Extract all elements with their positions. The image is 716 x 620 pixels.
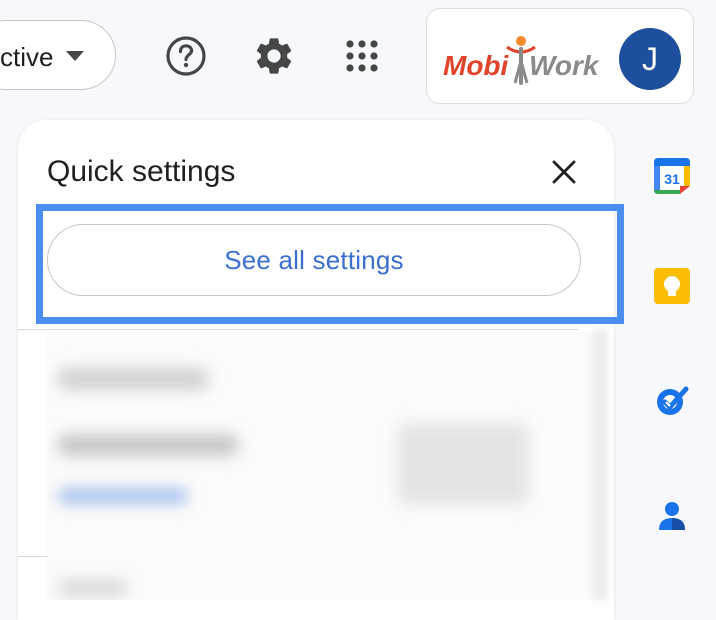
contacts-icon[interactable] [652, 496, 692, 536]
scrollbar[interactable] [592, 330, 608, 600]
close-icon[interactable] [544, 152, 584, 192]
logo-text-left: Mobi [443, 50, 510, 81]
calendar-icon[interactable]: 31 [652, 156, 692, 196]
apps-grid-icon[interactable] [340, 34, 384, 78]
caret-down-icon [66, 51, 84, 61]
logo-text-right: Work [529, 50, 600, 81]
account-switcher[interactable]: Mobi Work J [426, 8, 694, 104]
help-icon[interactable] [164, 34, 208, 78]
avatar[interactable]: J [619, 28, 681, 90]
tasks-icon[interactable] [652, 380, 692, 420]
gear-icon[interactable] [252, 34, 296, 78]
keep-icon[interactable] [652, 266, 692, 306]
panel-title: Quick settings [47, 155, 236, 188]
divider-left [18, 556, 48, 557]
highlight-box [36, 204, 624, 324]
calendar-date: 31 [664, 171, 680, 187]
status-dropdown-label: ctive [0, 42, 54, 72]
mobiwork-logo: Mobi Work [441, 31, 601, 87]
divider [18, 329, 578, 330]
blurred-settings-content [46, 332, 606, 600]
